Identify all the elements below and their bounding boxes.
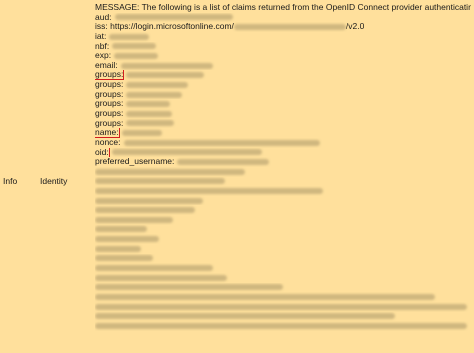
redacted-value	[120, 62, 213, 69]
redacted-value	[177, 159, 270, 165]
claim-groups: groups:	[95, 80, 471, 90]
redacted-line	[95, 205, 471, 215]
claim-value-suffix: /v2.0	[345, 22, 365, 32]
redacted-value	[121, 130, 162, 137]
redacted-line	[95, 186, 471, 196]
claim-oid: oid:	[95, 147, 471, 158]
claim-groups: groups:	[95, 70, 471, 81]
claim-iat: iat:	[95, 32, 471, 42]
claim-value: https://login.microsoftonline.com/	[110, 22, 234, 32]
claim-aud: aud:	[95, 13, 471, 23]
claim-key: name:	[95, 128, 120, 138]
redacted-line	[95, 234, 471, 244]
redacted-value	[114, 14, 233, 21]
claim-key: groups:	[95, 99, 124, 109]
log-level: Info	[3, 176, 18, 186]
claim-groups: groups:	[95, 99, 471, 109]
redacted-line	[95, 215, 471, 225]
claim-email: email:	[95, 61, 471, 71]
redacted-line	[95, 263, 471, 273]
redacted-line	[95, 273, 471, 283]
claim-iss: iss: https://login.microsoftonline.com/ /…	[95, 22, 471, 32]
claim-key: nonce:	[95, 137, 121, 147]
redacted-value	[126, 101, 171, 108]
claim-nbf: nbf:	[95, 42, 471, 52]
redacted-value	[233, 24, 346, 31]
redacted-line	[95, 292, 471, 302]
redacted-line	[95, 254, 471, 264]
claim-groups: groups:	[95, 90, 471, 100]
redacted-line	[95, 177, 471, 187]
claim-key: iat:	[95, 31, 107, 41]
claim-key: preferred_username:	[95, 157, 175, 167]
redacted-value	[126, 91, 183, 98]
redacted-value	[109, 33, 150, 40]
redacted-line	[95, 244, 471, 254]
claim-key: groups:	[95, 109, 124, 119]
redacted-value	[126, 72, 205, 79]
redacted-value	[123, 139, 320, 146]
claim-key: groups:	[95, 118, 124, 128]
redacted-line	[95, 225, 471, 235]
redacted-value	[114, 52, 159, 59]
claim-key: oid:	[95, 147, 110, 158]
claim-nonce: nonce:	[95, 138, 471, 148]
claim-key: aud:	[95, 12, 112, 22]
redacted-value	[126, 81, 189, 88]
redacted-value	[112, 43, 157, 50]
claim-preferred-username: preferred_username:	[95, 157, 471, 167]
log-entry-row: Info Identity MESSAGE: The following is …	[0, 0, 474, 353]
claim-key: nbf:	[95, 41, 110, 51]
claim-key: email:	[95, 60, 118, 70]
claim-key: groups:	[95, 80, 124, 90]
claim-key: exp:	[95, 51, 112, 61]
claim-key: iss:	[95, 22, 108, 32]
redacted-value	[126, 120, 175, 127]
redacted-line	[95, 312, 471, 322]
claim-exp: exp:	[95, 51, 471, 61]
claim-groups: groups:	[95, 109, 471, 119]
claim-groups: groups:	[95, 119, 471, 129]
claim-name: name:	[95, 128, 471, 138]
log-category: Identity	[40, 176, 68, 186]
redacted-line	[95, 283, 471, 293]
message-header: MESSAGE: The following is a list of clai…	[95, 3, 471, 12]
redacted-line	[95, 321, 471, 331]
redacted-value	[126, 110, 173, 117]
claim-key: groups:	[95, 70, 125, 81]
redacted-line	[95, 167, 471, 177]
claim-key: groups:	[95, 89, 124, 99]
redacted-line	[95, 302, 471, 312]
redacted-line	[95, 196, 471, 206]
redacted-value	[111, 149, 262, 156]
log-message: MESSAGE: The following is a list of clai…	[95, 3, 471, 331]
